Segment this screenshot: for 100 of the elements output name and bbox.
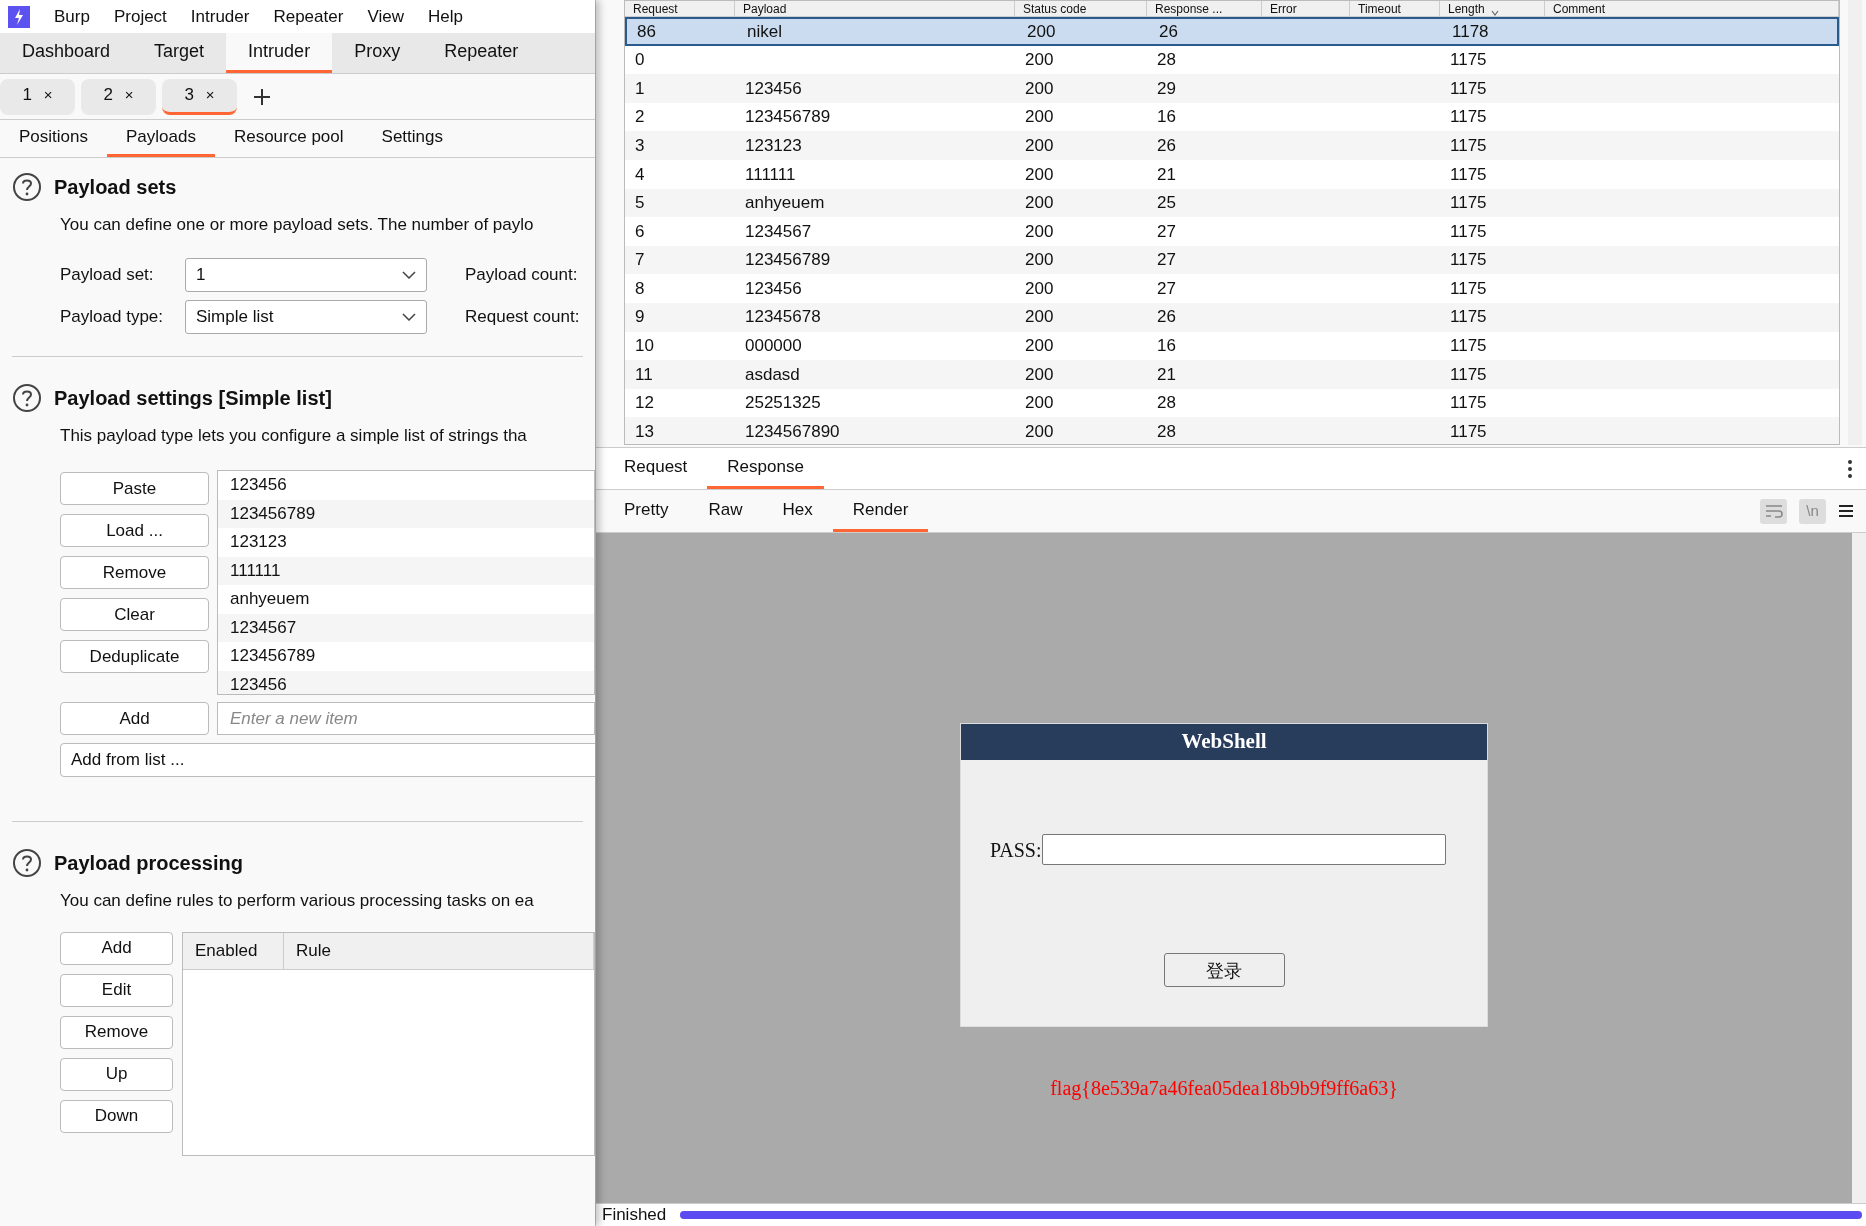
list-item[interactable]: 123456789 [218, 642, 594, 671]
table-row[interactable]: 1 123456 200 29 1175 [625, 74, 1839, 103]
rule-button[interactable]: Edit [60, 973, 173, 1007]
table-cell-text: 200 [1024, 306, 1055, 329]
table-row[interactable]: 5 anhyeuem 200 25 1175 [625, 188, 1839, 218]
table-cell-text: 7 [634, 249, 646, 272]
column-header[interactable]: Error [1262, 1, 1350, 16]
table-cell-text: 123456 [744, 77, 803, 100]
menu-item[interactable]: Repeater [273, 3, 344, 30]
table-row[interactable]: 11 asdasd 200 21 1175 [625, 360, 1839, 389]
menu-item[interactable]: Project [113, 3, 167, 30]
menu-item[interactable]: View [367, 3, 404, 30]
list-item[interactable]: 123456 [218, 471, 594, 500]
main-tab[interactable]: Dashboard [0, 33, 133, 73]
table-row[interactable]: 3 123123 200 26 1175 [625, 131, 1839, 160]
table-cell-text: 1175 [1449, 106, 1488, 129]
main-tab[interactable]: Proxy [332, 33, 423, 73]
wrap-button[interactable] [1760, 498, 1787, 524]
rule-button[interactable]: Up [60, 1057, 173, 1091]
column-header[interactable]: Length [1440, 1, 1545, 16]
list-button[interactable]: Remove [60, 556, 209, 589]
dropdown-button[interactable]: Add from list ... [60, 743, 595, 777]
table-cell-text: 4 [634, 163, 646, 186]
table-cell-text: 1175 [1449, 77, 1488, 100]
list-item[interactable]: 1234567 [218, 613, 594, 642]
table-cell-text: 200 [1024, 220, 1055, 243]
list-button[interactable]: Deduplicate [60, 640, 209, 673]
attack-tab[interactable]: 3 × [162, 78, 237, 115]
column-header[interactable]: Status code [1015, 1, 1147, 16]
table-cell-text: 12345678 [744, 306, 822, 329]
column-header[interactable]: Rule [284, 932, 594, 969]
column-header[interactable]: Payload [735, 1, 1015, 16]
table-cell-text: 200 [1024, 277, 1055, 300]
table-row[interactable]: 86 nikel 200 26 1178 [625, 17, 1839, 46]
column-header[interactable]: Enabled [183, 932, 284, 969]
table-row[interactable]: 13 1234567890 200 28 1175 [625, 417, 1839, 444]
sub-tab[interactable]: Payloads [107, 120, 215, 157]
list-item[interactable]: 111111 [218, 556, 594, 585]
close-button[interactable]: × [205, 83, 215, 107]
main-tab[interactable]: Intruder [226, 33, 333, 73]
list-item[interactable]: 123456789 [218, 499, 594, 528]
menu-item[interactable]: Burp [54, 3, 90, 30]
table-cell-text: 10 [634, 335, 655, 358]
sub-tab[interactable]: Resource pool [214, 120, 363, 157]
rule-button[interactable]: Remove [60, 1015, 173, 1049]
main-tab[interactable]: Target [132, 33, 227, 73]
column-header[interactable]: Request [625, 1, 735, 16]
list-button[interactable]: Paste [60, 472, 209, 505]
login-button[interactable]: 登录 [1163, 953, 1285, 987]
password-field[interactable] [1041, 834, 1446, 865]
table-cell-text: 123123 [744, 134, 803, 157]
scrollbar[interactable] [1852, 533, 1866, 1203]
view-tab[interactable]: Hex [762, 490, 833, 532]
main-tab[interactable]: Repeater [422, 33, 541, 73]
menu-item[interactable]: Help [427, 3, 463, 30]
table-cell-text: 123456 [744, 277, 803, 300]
table-cell-text: 1175 [1449, 220, 1488, 243]
field-label: Payload set: [60, 263, 155, 286]
message-tab[interactable]: Request [604, 448, 708, 489]
table-cell-text: 200 [1026, 20, 1057, 43]
list-item[interactable]: 123123 [218, 528, 594, 557]
field-label: Request count: [465, 305, 580, 328]
table-cell-text: 2 [634, 106, 646, 129]
table-cell-text: 1175 [1449, 163, 1488, 186]
list-item[interactable]: anhyeuem [218, 585, 594, 614]
list-button[interactable]: Load ... [60, 514, 209, 547]
table-row[interactable]: 9 12345678 200 26 1175 [625, 302, 1839, 332]
flag-text: flag{8e539a7a46fea05dea18b9b9f9ff6a63} [1050, 1076, 1398, 1102]
dropdown[interactable]: Simple list [185, 299, 427, 334]
column-header[interactable]: Timeout [1350, 1, 1440, 16]
view-tab[interactable]: Pretty [604, 490, 689, 532]
payload-list[interactable]: 123456 123456789 123123 111111 anhyeuem 1234567 123456789 123456 [217, 470, 595, 695]
column-header[interactable]: Comment [1545, 1, 1839, 16]
table-cell-text: 26 [1158, 20, 1179, 43]
list-button[interactable]: Clear [60, 598, 209, 631]
message-tab[interactable]: Response [707, 448, 824, 489]
sub-tab[interactable]: Settings [362, 120, 462, 157]
view-tab[interactable]: Raw [688, 490, 763, 532]
close-button[interactable]: × [43, 83, 53, 107]
list-item[interactable]: 123456 [218, 670, 594, 694]
dropdown[interactable]: 1 [185, 257, 427, 292]
attack-tab[interactable]: 2 × [81, 78, 156, 115]
rule-button[interactable]: Down [60, 1099, 173, 1133]
sub-tab[interactable]: Positions [0, 120, 107, 157]
close-button[interactable]: × [124, 83, 134, 107]
column-header[interactable]: Response ... [1147, 1, 1262, 16]
table-cell-text: 123456789 [744, 106, 832, 129]
chevron-down-icon [402, 312, 416, 321]
help-icon [12, 382, 42, 413]
input-field[interactable]: Enter a new item [217, 702, 595, 735]
table-cell-text: 21 [1156, 163, 1177, 186]
table-row[interactable]: 7 123456789 200 27 1175 [625, 245, 1839, 275]
field-label: PASS: [990, 837, 1042, 863]
section-description: You can define rules to perform various processing tasks on ea [59, 890, 535, 912]
table-cell-text: 1234567 [744, 220, 813, 243]
menu-item[interactable]: Intruder [190, 3, 250, 30]
attack-tab[interactable]: 1 × [0, 78, 75, 115]
add-button[interactable]: Add [60, 702, 209, 735]
rule-button[interactable]: Add [60, 931, 173, 965]
table-cell-text: 200 [1024, 420, 1055, 443]
